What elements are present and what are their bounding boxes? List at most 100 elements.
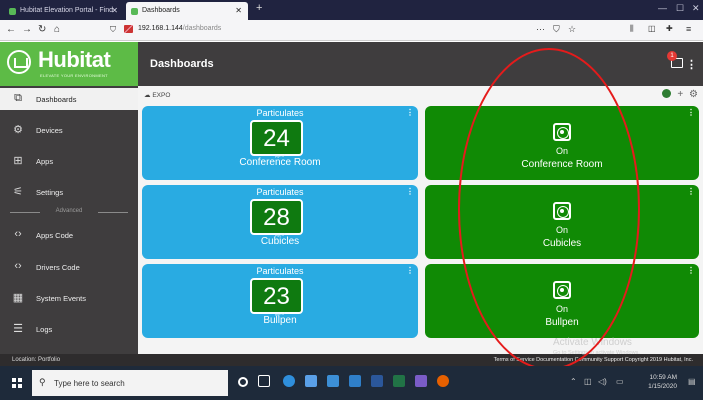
hubitat-favicon-icon (131, 8, 138, 15)
notification-badge[interactable]: 1 (667, 51, 677, 61)
search-placeholder: Type here to search (54, 379, 125, 388)
extension-icon[interactable]: ✚ (666, 24, 673, 33)
logo-tagline: ELEVATE YOUR ENVIRONMENT (40, 73, 108, 78)
close-window-icon[interactable]: ✕ (692, 3, 700, 14)
dashboard-cloud-icon: ☁ (144, 92, 151, 99)
close-tab-icon[interactable]: ✕ (235, 6, 242, 15)
sidebar-item-dashboards[interactable]: ⧉ Dashboards (0, 88, 138, 110)
tile-label: Conference Room (239, 157, 321, 168)
sidebar-item-label: Apps Code (36, 231, 74, 240)
home-icon[interactable]: ⌂ (54, 24, 60, 35)
sidebar-item-label: Drivers Code (36, 263, 80, 272)
new-tab-button[interactable]: + (256, 2, 262, 14)
sidebar-item-apps[interactable]: ⊞ Apps (0, 150, 138, 172)
particulates-tile-bullpen[interactable]: ⋮ Particulates 23 µg/m³ Bullpen (142, 264, 418, 338)
firefox-icon[interactable] (437, 375, 449, 387)
action-center-icon[interactable]: ▤ (688, 377, 696, 386)
back-icon[interactable]: ← (6, 24, 16, 35)
dashboard-label: EXPO (152, 92, 171, 99)
windows-taskbar: ⚲ Type here to search ⌃ ◫ ◁) ▭ 10:59 AM … (0, 366, 703, 400)
dashboard-settings-icon[interactable]: ⚙ (689, 89, 698, 100)
sidebar-item-system-events[interactable]: ▦ System Events (0, 287, 138, 309)
dashboards-icon: ⧉ (14, 92, 22, 104)
tab-label: Hubitat Elevation Portal - Find (20, 7, 113, 14)
sidebar-item-drivers-code[interactable]: ‹› Drivers Code (0, 256, 138, 278)
url-field[interactable]: 192.168.1.144/dashboards (138, 25, 221, 32)
tray-chevron-icon[interactable]: ⌃ (570, 377, 577, 386)
dashboard-toolbar: + ⚙ (661, 89, 698, 100)
sidebar-item-devices[interactable]: ⚙ Devices (0, 119, 138, 141)
shield-icon[interactable]: ⛉ (110, 25, 116, 35)
tile-title: Particulates (256, 108, 304, 118)
tile-value: 28 (250, 199, 303, 235)
tray-clock[interactable]: 10:59 AM 1/15/2020 (648, 373, 677, 391)
browser-nav-bar: ← → ↻ ⌂ ⛉ 192.168.1.144/dashboards ··· ⛉… (0, 20, 703, 41)
calculator-icon[interactable] (305, 375, 317, 387)
maximize-icon[interactable]: ☐ (676, 3, 684, 14)
app-header: Dashboards 1 ⋮ (138, 42, 703, 86)
particulates-tile-conference-room[interactable]: ⋮ Particulates 24 µg/m³ Conference Room (142, 106, 418, 180)
hubitat-logo[interactable]: Hubitat ELEVATE YOUR ENVIRONMENT (0, 42, 138, 86)
hubitat-favicon-icon (9, 8, 16, 15)
dashboard-name[interactable]: ☁ EXPO (144, 91, 170, 99)
sidebar-item-logs[interactable]: ☰ Logs (0, 318, 138, 340)
browser-tab-bar: Hubitat Elevation Portal - Find ✕ Dashbo… (0, 0, 703, 20)
bookmark-star-icon[interactable]: ☆ (568, 24, 576, 35)
minimize-icon[interactable]: — (658, 3, 667, 13)
pocket-icon[interactable]: ⛉ (553, 24, 560, 35)
tile-title: Particulates (256, 187, 304, 197)
library-icon[interactable]: ⫼ (630, 24, 634, 34)
tile-menu-icon[interactable]: ⋮ (687, 187, 695, 196)
network-icon[interactable]: ◫ (584, 377, 592, 386)
page-title: Dashboards (150, 58, 214, 70)
word-icon[interactable] (371, 375, 383, 387)
more-options-icon[interactable]: ⋮ (686, 58, 697, 71)
windows-start-icon[interactable] (12, 378, 22, 388)
tile-label: Cubicles (260, 236, 300, 247)
sidebar-item-label: Logs (36, 325, 53, 334)
cortana-icon[interactable] (238, 377, 248, 387)
sidebar-item-label: Devices (36, 126, 63, 135)
sidebar-item-label: Apps (36, 157, 54, 166)
sidebar-item-settings[interactable]: ⚟ Settings (0, 181, 138, 203)
page-actions-icon[interactable]: ··· (536, 24, 545, 34)
status-dot-icon (661, 89, 671, 98)
tile-label: Bullpen (263, 315, 297, 326)
annotation-ellipse (458, 48, 640, 370)
sidebar-item-label: Settings (36, 188, 64, 197)
sidebar-item-label: System Events (36, 294, 87, 303)
tile-title: Particulates (256, 266, 304, 276)
apps-icon: ⊞ (13, 155, 23, 167)
clock-date: 1/15/2020 (648, 383, 677, 390)
forward-icon[interactable]: → (22, 24, 32, 35)
devices-icon: ⚙ (13, 124, 23, 136)
excel-icon[interactable] (393, 375, 405, 387)
insecure-lock-icon[interactable] (124, 25, 133, 33)
sidebar-toggle-icon[interactable]: ◫ (648, 24, 656, 33)
store-icon[interactable] (327, 375, 339, 387)
reload-icon[interactable]: ↻ (38, 24, 46, 35)
teams-icon[interactable] (415, 375, 427, 387)
logo-text: Hubitat (38, 47, 111, 72)
taskbar-search-input[interactable]: ⚲ Type here to search (32, 370, 228, 396)
location-label: Location: Portfolio (12, 357, 61, 363)
close-tab-icon[interactable]: ✕ (111, 6, 118, 15)
volume-icon[interactable]: ◁) (598, 377, 607, 386)
battery-icon[interactable]: ▭ (616, 377, 624, 386)
mail-icon[interactable] (349, 375, 361, 387)
settings-icon: ⚟ (13, 186, 23, 198)
add-tile-icon[interactable]: + (677, 89, 683, 100)
task-view-icon[interactable] (258, 375, 270, 387)
tab-label: Dashboards (142, 7, 180, 14)
sidebar-item-apps-code[interactable]: ‹› Apps Code (0, 224, 138, 246)
code-icon: ‹› (14, 228, 22, 240)
tile-value: 23 (250, 278, 303, 314)
particulates-tile-cubicles[interactable]: ⋮ Particulates 28 µg/m³ Cubicles (142, 185, 418, 259)
tab-dashboards[interactable]: Dashboards ✕ (126, 2, 248, 20)
tile-menu-icon[interactable]: ⋮ (687, 108, 695, 117)
tab-hubitat-portal[interactable]: Hubitat Elevation Portal - Find ✕ (4, 2, 124, 20)
menu-icon[interactable]: ≡ (686, 24, 691, 34)
tile-menu-icon[interactable]: ⋮ (687, 266, 695, 275)
edge-icon[interactable] (283, 375, 295, 387)
logs-icon: ☰ (13, 323, 23, 335)
